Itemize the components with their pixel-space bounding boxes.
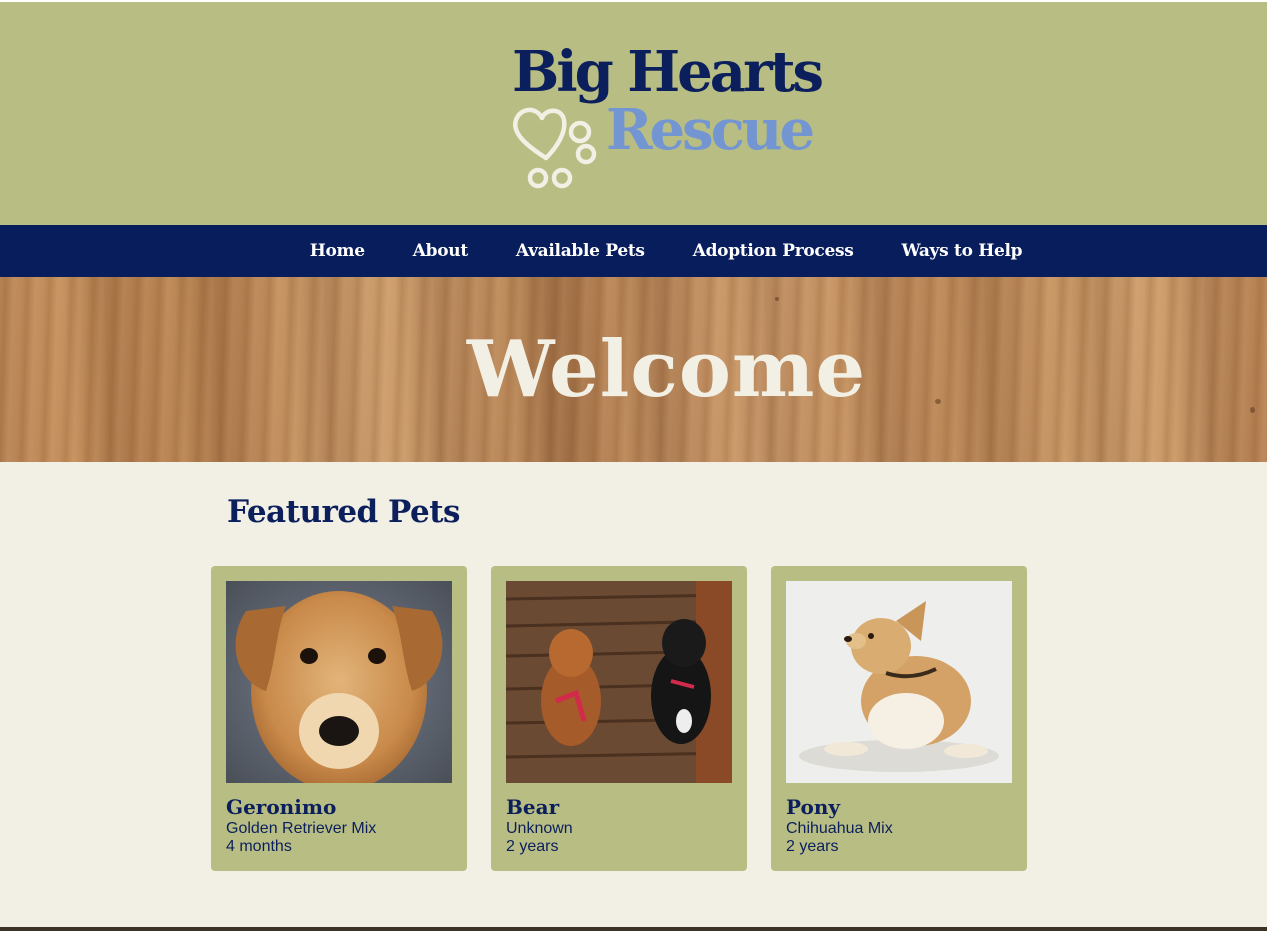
pet-breed: Unknown [506,820,573,837]
hero-banner: Welcome [0,277,1267,462]
logo-text-rescue: Rescue [606,97,815,163]
pet-age: 2 years [506,838,559,855]
nav-adoption-process[interactable]: Adoption Process [693,241,854,261]
pet-breed: Chihuahua Mix [786,820,893,837]
nav-ways-to-help[interactable]: Ways to Help [902,241,1023,261]
nav-home[interactable]: Home [310,241,365,261]
heart-paw-icon [513,107,597,189]
main-nav: Home About Available Pets Adoption Proce… [0,225,1267,277]
pet-name[interactable]: Bear [506,795,559,819]
footer-edge [0,927,1267,931]
pet-name[interactable]: Geronimo [226,795,336,819]
featured-pets-heading: Featured Pets [227,494,460,530]
pet-age: 4 months [226,838,292,855]
site-header: Big Hearts Rescue [0,2,1267,225]
hero-title: Welcome [466,324,867,415]
logo-text-big-hearts: Big Hearts [512,39,824,105]
pet-card[interactable]: Bear Unknown 2 years [491,566,747,871]
pet-breed: Golden Retriever Mix [226,820,377,837]
nav-about[interactable]: About [413,241,468,261]
pet-name[interactable]: Pony [786,795,840,819]
pet-photo[interactable] [226,581,452,783]
pet-card[interactable]: Pony Chihuahua Mix 2 years [771,566,1027,871]
pet-photo[interactable] [786,581,1012,783]
pet-age: 2 years [786,838,839,855]
nav-available-pets[interactable]: Available Pets [516,241,645,261]
wood-knot [775,297,779,301]
site-logo[interactable]: Big Hearts Rescue [510,40,830,200]
pet-photo[interactable] [506,581,732,783]
pet-card[interactable]: Geronimo Golden Retriever Mix 4 months [211,566,467,871]
